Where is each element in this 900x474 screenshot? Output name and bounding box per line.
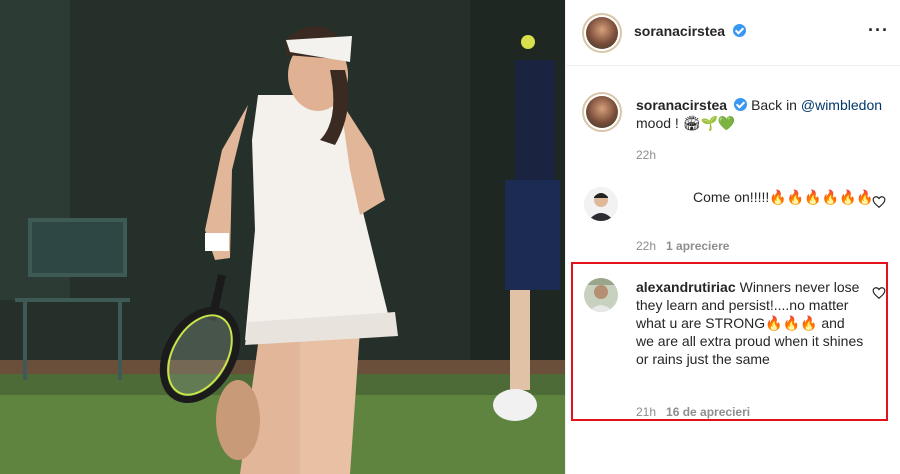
comment-text: Come on!!!!!🔥🔥🔥🔥🔥🔥 — [636, 188, 876, 206]
author-avatar[interactable] — [582, 13, 622, 53]
tennis-player-image — [0, 0, 565, 474]
highlight-box — [571, 262, 888, 421]
caption-text: soranacirstea Back in @wimbledon mood ! 🏟… — [636, 96, 886, 132]
comment-body: Come on!!!!!🔥🔥🔥🔥🔥🔥 — [693, 189, 874, 205]
caption-username[interactable]: soranacirstea — [636, 97, 727, 113]
author-name-row: soranacirstea — [634, 23, 746, 41]
heart-icon[interactable] — [872, 195, 886, 209]
post-header: soranacirstea ··· — [566, 0, 900, 66]
more-options-icon[interactable]: ··· — [868, 21, 889, 39]
author-username[interactable]: soranacirstea — [634, 23, 725, 39]
comment-avatar[interactable] — [584, 187, 618, 221]
comment-likes[interactable]: 1 apreciere — [666, 239, 729, 253]
caption-meta: 22h — [636, 148, 656, 162]
verified-badge-icon — [732, 24, 746, 37]
comment-meta: 22h 1 apreciere — [636, 239, 729, 253]
comment-time[interactable]: 22h — [636, 239, 656, 253]
caption-emojis: 🏟🌱💚 — [682, 115, 736, 131]
caption-suffix: mood ! — [636, 115, 683, 131]
caption-mention-link[interactable]: @wimbledon — [801, 97, 882, 113]
verified-badge-icon — [734, 98, 748, 111]
post-photo[interactable] — [0, 0, 565, 474]
caption-avatar[interactable] — [582, 92, 622, 132]
caption-prefix: Back in — [751, 97, 801, 113]
caption-time[interactable]: 22h — [636, 148, 656, 162]
